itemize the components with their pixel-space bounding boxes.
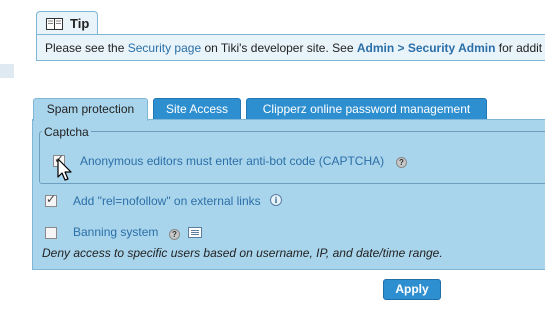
- tab-spam-protection[interactable]: Spam protection: [33, 98, 148, 121]
- tip-box: Please see the Security page on Tiki's d…: [36, 34, 545, 61]
- captcha-option-label[interactable]: Anonymous editors must enter anti-bot co…: [80, 154, 384, 168]
- tip-header: Tip: [36, 11, 98, 35]
- banning-checkbox[interactable]: [45, 227, 57, 239]
- left-edge-strip: [0, 64, 14, 78]
- help-icon[interactable]: ?: [396, 157, 407, 168]
- tip-text-prefix: Please see the: [45, 41, 128, 55]
- tip-text: Please see the Security page on Tiki's d…: [45, 41, 542, 55]
- nofollow-checkbox[interactable]: [45, 192, 57, 207]
- tab-site-access[interactable]: Site Access: [153, 98, 241, 120]
- nofollow-option-label[interactable]: Add "rel=nofollow" on external links: [73, 194, 261, 208]
- book-icon: [46, 18, 63, 30]
- tab-clipperz[interactable]: Clipperz online password management: [246, 98, 487, 120]
- apply-button[interactable]: Apply: [383, 279, 441, 300]
- banning-option-label[interactable]: Banning system: [73, 225, 158, 239]
- list-icon[interactable]: [188, 227, 202, 238]
- info-icon[interactable]: i: [270, 194, 282, 206]
- tip-text-suffix: for addit: [495, 41, 543, 55]
- captcha-legend: Captcha: [42, 125, 91, 139]
- mouse-cursor-icon: [57, 158, 72, 181]
- tip-text-middle: on Tiki's developer site. See: [201, 41, 357, 55]
- tip-title: Tip: [70, 16, 90, 31]
- security-admin-link[interactable]: Admin > Security Admin: [357, 41, 496, 55]
- banning-help-icon[interactable]: ?: [169, 229, 180, 240]
- security-page-link[interactable]: Security page: [128, 41, 201, 55]
- banning-description: Deny access to specific users based on u…: [42, 246, 443, 260]
